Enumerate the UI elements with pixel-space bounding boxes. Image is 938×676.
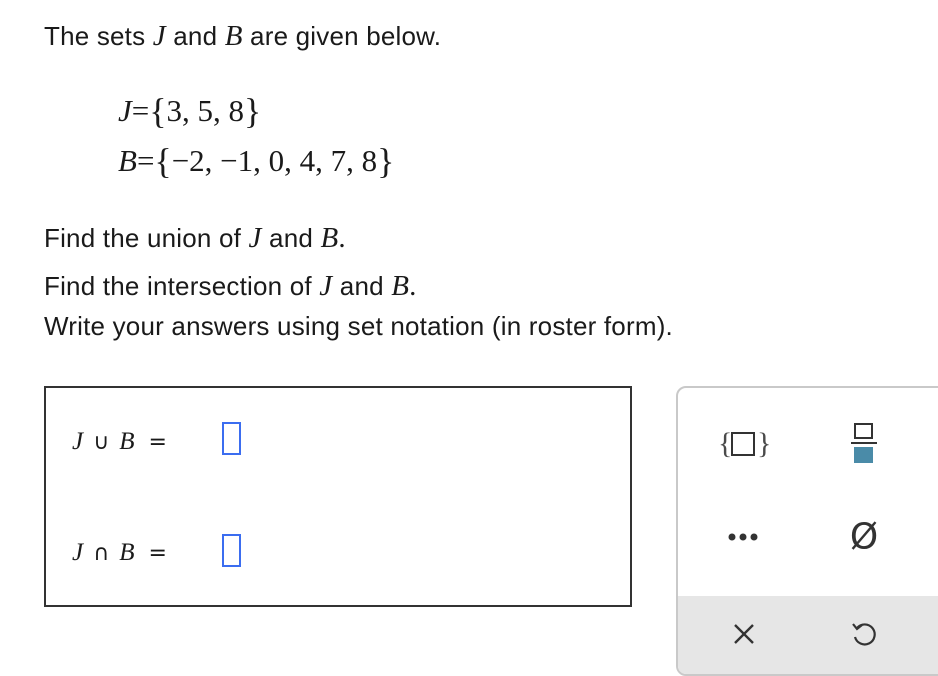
set-b-elements: −2, −1, 0, 4, 7, 8: [171, 143, 378, 178]
ellipsis-button[interactable]: [704, 507, 784, 567]
answer-box: J ∪ B = J ∩ B =: [44, 386, 632, 607]
intro-and: and: [173, 21, 218, 51]
clear-icon: [734, 624, 754, 644]
ellipsis-icon: [728, 533, 758, 541]
intersection-right-var: B: [119, 539, 135, 566]
question-intersection: Find the intersection of J and B.: [44, 270, 417, 303]
set-j-name: J: [118, 93, 132, 128]
set-b-close-brace: }: [377, 141, 395, 181]
set-b-name: B: [118, 143, 137, 178]
set-b-open-brace: {: [154, 141, 172, 181]
tool-panel-footer: [678, 596, 938, 674]
empty-set-icon: Ø: [849, 516, 879, 558]
intro-suffix: are given below.: [250, 21, 442, 51]
var-j: J: [152, 20, 166, 52]
intersection-answer-input[interactable]: [222, 534, 241, 567]
fraction-icon: [851, 423, 877, 463]
set-j-definition: J={3, 5, 8}: [118, 90, 261, 132]
question-intersection-prefix: Find the intersection of: [44, 271, 312, 301]
question-union-period: .: [338, 222, 346, 254]
undo-button[interactable]: [824, 604, 904, 664]
set-j-elements: 3, 5, 8: [166, 93, 245, 128]
intersection-symbol: ∩: [93, 541, 110, 566]
svg-text:{: {: [718, 427, 732, 460]
intersection-answer-row: J ∩ B =: [72, 539, 167, 567]
set-j-equals: =: [131, 93, 150, 128]
question-union-var-j: J: [248, 222, 262, 254]
question-union-and: and: [269, 223, 314, 253]
fraction-button[interactable]: [824, 413, 904, 473]
clear-button[interactable]: [704, 604, 784, 664]
undo-icon: [852, 623, 876, 646]
question-union-prefix: Find the union of: [44, 223, 242, 253]
question-union: Find the union of J and B.: [44, 222, 346, 255]
intersection-left-var: J: [72, 539, 84, 566]
question-intersection-var-j: J: [319, 270, 333, 302]
set-braces-button[interactable]: { }: [704, 413, 784, 473]
union-equals: =: [148, 430, 167, 455]
set-b-definition: B={−2, −1, 0, 4, 7, 8}: [118, 140, 394, 182]
union-right-var: B: [119, 428, 135, 455]
union-symbol: ∪: [93, 430, 110, 455]
question-intersection-and: and: [339, 271, 384, 301]
intersection-equals: =: [148, 541, 167, 566]
union-answer-row: J ∪ B =: [72, 428, 167, 456]
union-answer-input[interactable]: [222, 422, 241, 455]
set-b-equals: =: [136, 143, 155, 178]
var-b: B: [224, 20, 243, 52]
empty-set-button[interactable]: Ø: [824, 507, 904, 567]
question-union-var-b-wrap: B.: [320, 222, 345, 254]
question-union-var-b: B: [320, 222, 339, 254]
set-j-open-brace: {: [149, 91, 167, 131]
instruction-text: Write your answers using set notation (i…: [44, 311, 673, 341]
intro-text: The sets J and B are given below.: [44, 20, 441, 53]
union-left-var: J: [72, 428, 84, 455]
math-tool-panel: { } Ø: [676, 386, 938, 676]
svg-text:}: }: [757, 427, 771, 460]
question-intersection-period: .: [409, 270, 417, 302]
intro-prefix: The sets: [44, 21, 146, 51]
set-j-close-brace: }: [244, 91, 262, 131]
question-intersection-var-b: B: [391, 270, 410, 302]
set-braces-icon: { }: [718, 427, 771, 460]
question-intersection-var-b-wrap: B.: [391, 270, 416, 302]
